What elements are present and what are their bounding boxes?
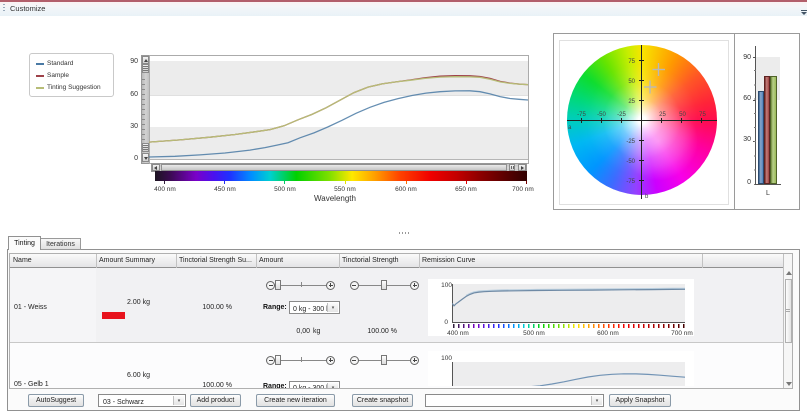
svg-text:50: 50 [679, 112, 686, 118]
svg-text:-25: -25 [626, 139, 635, 145]
svg-text:-75: -75 [626, 179, 635, 185]
svg-text:-75: -75 [577, 112, 586, 118]
svg-text:a: a [568, 125, 572, 131]
svg-text:-50: -50 [626, 159, 635, 165]
svg-text:50: 50 [628, 79, 635, 85]
svg-text:75: 75 [628, 59, 635, 65]
svg-text:-25: -25 [617, 112, 626, 118]
svg-text:75: 75 [699, 112, 706, 118]
svg-text:25: 25 [628, 99, 635, 105]
svg-text:-50: -50 [597, 112, 606, 118]
svg-text:b: b [645, 194, 649, 200]
svg-text:25: 25 [659, 112, 666, 118]
